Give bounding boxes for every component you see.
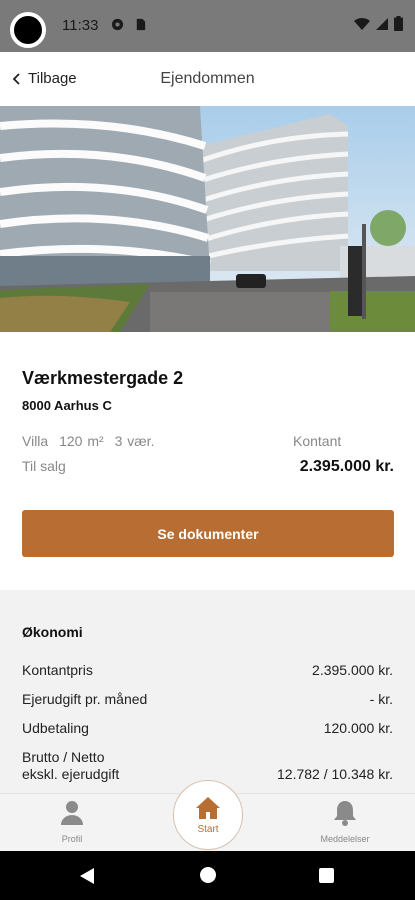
property-city: 8000 Aarhus C: [22, 398, 112, 413]
settings-status-icon: [111, 18, 124, 31]
economy-row: Ejerudgift pr. måned - kr.: [22, 691, 393, 708]
person-icon: [61, 801, 83, 825]
camera-cutout: [10, 12, 46, 48]
economy-label-line2: ekskl. ejerudgift: [22, 766, 120, 782]
economy-title: Økonomi: [22, 624, 83, 640]
price-value: 2.395.000 kr.: [299, 458, 394, 475]
tab-notifications[interactable]: Meddelelser: [310, 800, 380, 844]
economy-label: Brutto / Netto ekskl. ejerudgift: [22, 749, 119, 783]
property-photo: [0, 106, 415, 332]
status-icons: [354, 16, 403, 31]
status-time: 11:33: [62, 17, 99, 34]
property-area: 120 m²: [59, 433, 104, 449]
battery-icon: [394, 16, 403, 31]
economy-row: Kontantpris 2.395.000 kr.: [22, 662, 393, 679]
tab-profile-label: Profil: [61, 834, 83, 844]
price-label: Kontant: [293, 433, 342, 449]
economy-row: Brutto / Netto ekskl. ejerudgift 12.782 …: [22, 749, 393, 783]
sale-status: Til salg: [22, 458, 66, 474]
economy-label: Udbetaling: [22, 720, 89, 736]
page-title: Ejendommen: [160, 70, 255, 87]
nav-header: Tilbage Ejendommen: [0, 52, 415, 106]
property-rooms: 3 vær.: [114, 433, 155, 449]
economy-row: Udbetaling 120.000 kr.: [22, 720, 393, 737]
tab-notifications-label: Meddelelser: [320, 834, 370, 844]
wifi-icon: [354, 17, 370, 30]
property-meta: Villa 120 m² 3 vær.: [22, 433, 160, 449]
system-back-icon[interactable]: [79, 867, 95, 885]
economy-label: Kontantpris: [22, 662, 93, 678]
tab-home[interactable]: Start: [173, 780, 243, 850]
signal-icon: [376, 17, 388, 30]
system-nav-bar: [0, 851, 415, 900]
see-documents-button[interactable]: Se dokumenter: [22, 510, 394, 557]
economy-value: 2.395.000 kr.: [312, 662, 393, 678]
tab-profile[interactable]: Profil: [52, 800, 92, 844]
system-home-icon[interactable]: [200, 867, 216, 883]
economy-value: 120.000 kr.: [323, 720, 393, 736]
sim-status-icon: [136, 18, 146, 31]
tab-home-label: Start: [197, 823, 219, 835]
system-recents-icon[interactable]: [319, 868, 334, 883]
property-type: Villa: [22, 433, 49, 449]
economy-section: Økonomi Kontantpris 2.395.000 kr. Ejerud…: [0, 590, 415, 805]
economy-value: - kr.: [369, 691, 393, 707]
tab-bar: Profil Start Meddelelser: [0, 780, 415, 851]
status-bar: 11:33: [0, 0, 415, 52]
property-address: Værkmestergade 2: [22, 368, 184, 388]
economy-label-line1: Brutto / Netto: [22, 749, 105, 765]
economy-value: 12.782 / 10.348 kr.: [277, 766, 393, 782]
bell-icon: [334, 801, 356, 826]
home-icon: [196, 796, 220, 819]
economy-label: Ejerudgift pr. måned: [22, 691, 148, 707]
